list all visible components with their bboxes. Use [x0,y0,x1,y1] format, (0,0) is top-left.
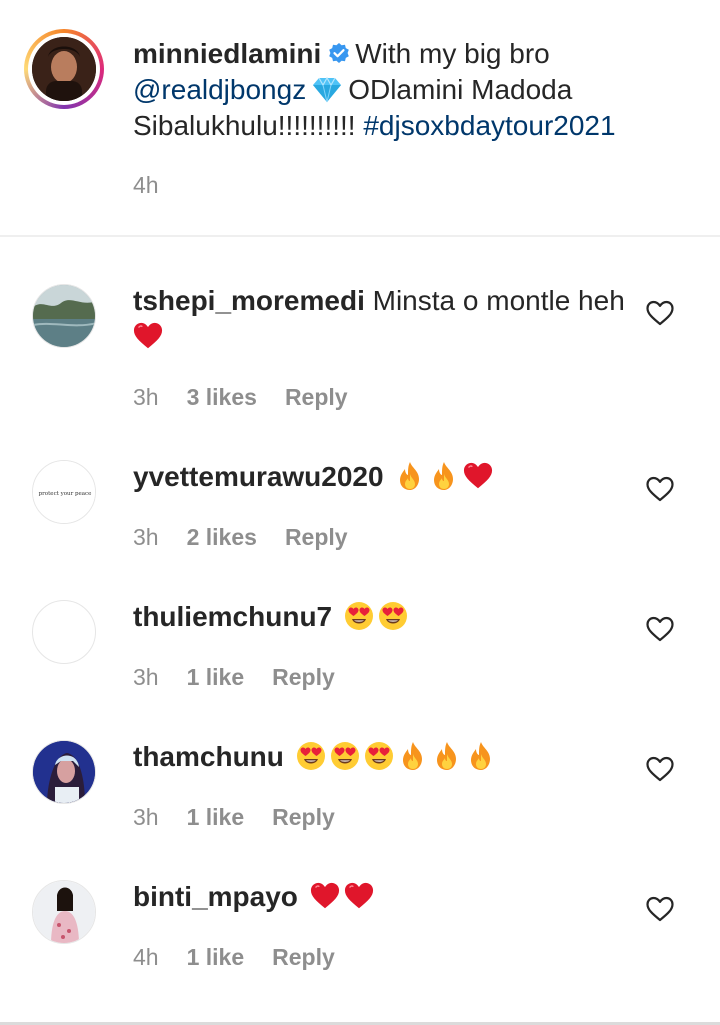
heart-eyes-icon [296,741,326,771]
heart-eyes-icon [330,741,360,771]
comment-username[interactable]: tshepi_moremedi [133,285,365,316]
caption-divider [0,235,720,237]
red-heart-icon [310,881,340,911]
caption-time: 4h [133,172,159,198]
like-heart-icon[interactable] [646,896,674,922]
comment-text: thamchunu [133,739,633,775]
reply-button[interactable]: Reply [285,524,348,550]
comment-text: yvettemurawu2020 [133,459,633,495]
comment-avatar[interactable] [32,284,96,348]
avatar-photo [33,881,95,943]
post-caption: minniedlamini With my big bro @realdjbon… [0,0,720,236]
gem-icon [313,77,342,103]
comment-body: Minsta o montle heh [372,285,625,316]
comment-avatar[interactable] [32,600,96,664]
red-heart-icon [133,321,163,351]
comment-time: 4h [133,944,159,970]
comment-username[interactable]: thamchunu [133,741,284,772]
heart-eyes-icon [344,601,374,631]
comment-username[interactable]: binti_mpayo [133,881,298,912]
comment-meta: 3h 1 like Reply [133,804,363,831]
like-heart-icon[interactable] [646,756,674,782]
comment-avatar[interactable] [32,740,96,804]
comment-avatar[interactable]: protect your peace [32,460,96,524]
comment-time: 3h [133,804,159,830]
avatar-text: protect your peace [39,491,92,497]
avatar-photo: protect your peace [33,461,95,523]
fire-icon [395,461,425,491]
like-heart-icon[interactable] [646,300,674,326]
fire-icon [429,461,459,491]
heart-eyes-icon [364,741,394,771]
comment-meta: 4h 1 like Reply [133,944,363,971]
comment-likes[interactable]: 2 likes [187,524,257,550]
red-heart-icon [344,881,374,911]
comment-time: 3h [133,384,159,410]
reply-button[interactable]: Reply [272,804,335,830]
avatar-photo [33,741,95,803]
comment-meta: 3h 1 like Reply [133,664,363,691]
caption-hashtag-link[interactable]: #djsoxbdaytour2021 [363,110,615,141]
reply-button[interactable]: Reply [272,664,335,690]
comment-text: tshepi_moremedi Minsta o montle heh [133,283,633,355]
comment-avatar[interactable] [32,880,96,944]
comment-time: 3h [133,664,159,690]
reply-button[interactable]: Reply [285,384,348,410]
caption-mention-link[interactable]: @realdjbongz [133,74,306,105]
comment-likes[interactable]: 1 like [187,944,245,970]
avatar-photo [33,285,95,347]
comment-username[interactable]: yvettemurawu2020 [133,461,384,492]
comment-text: binti_mpayo [133,879,633,915]
caption-text-part1: With my big bro [355,38,550,69]
comment-likes[interactable]: 1 like [187,804,245,830]
caption-username[interactable]: minniedlamini [133,38,321,69]
fire-icon [432,741,462,771]
comment-likes[interactable]: 3 likes [187,384,257,410]
avatar-photo [32,37,96,101]
comment-time: 3h [133,524,159,550]
verified-badge-icon [329,43,350,63]
fire-icon [398,741,428,771]
comment-meta: 3h 3 likes Reply [133,384,376,411]
comment-likes[interactable]: 1 like [187,664,245,690]
comment-meta: 3h 2 likes Reply [133,524,376,551]
reply-button[interactable]: Reply [272,944,335,970]
caption-avatar[interactable] [24,29,104,109]
heart-eyes-icon [378,601,408,631]
comment-text: thuliemchunu7 [133,599,633,635]
comment-username[interactable]: thuliemchunu7 [133,601,332,632]
caption-text: minniedlamini With my big bro @realdjbon… [133,36,693,144]
like-heart-icon[interactable] [646,476,674,502]
fire-icon [466,741,496,771]
like-heart-icon[interactable] [646,616,674,642]
red-heart-icon [463,461,493,491]
